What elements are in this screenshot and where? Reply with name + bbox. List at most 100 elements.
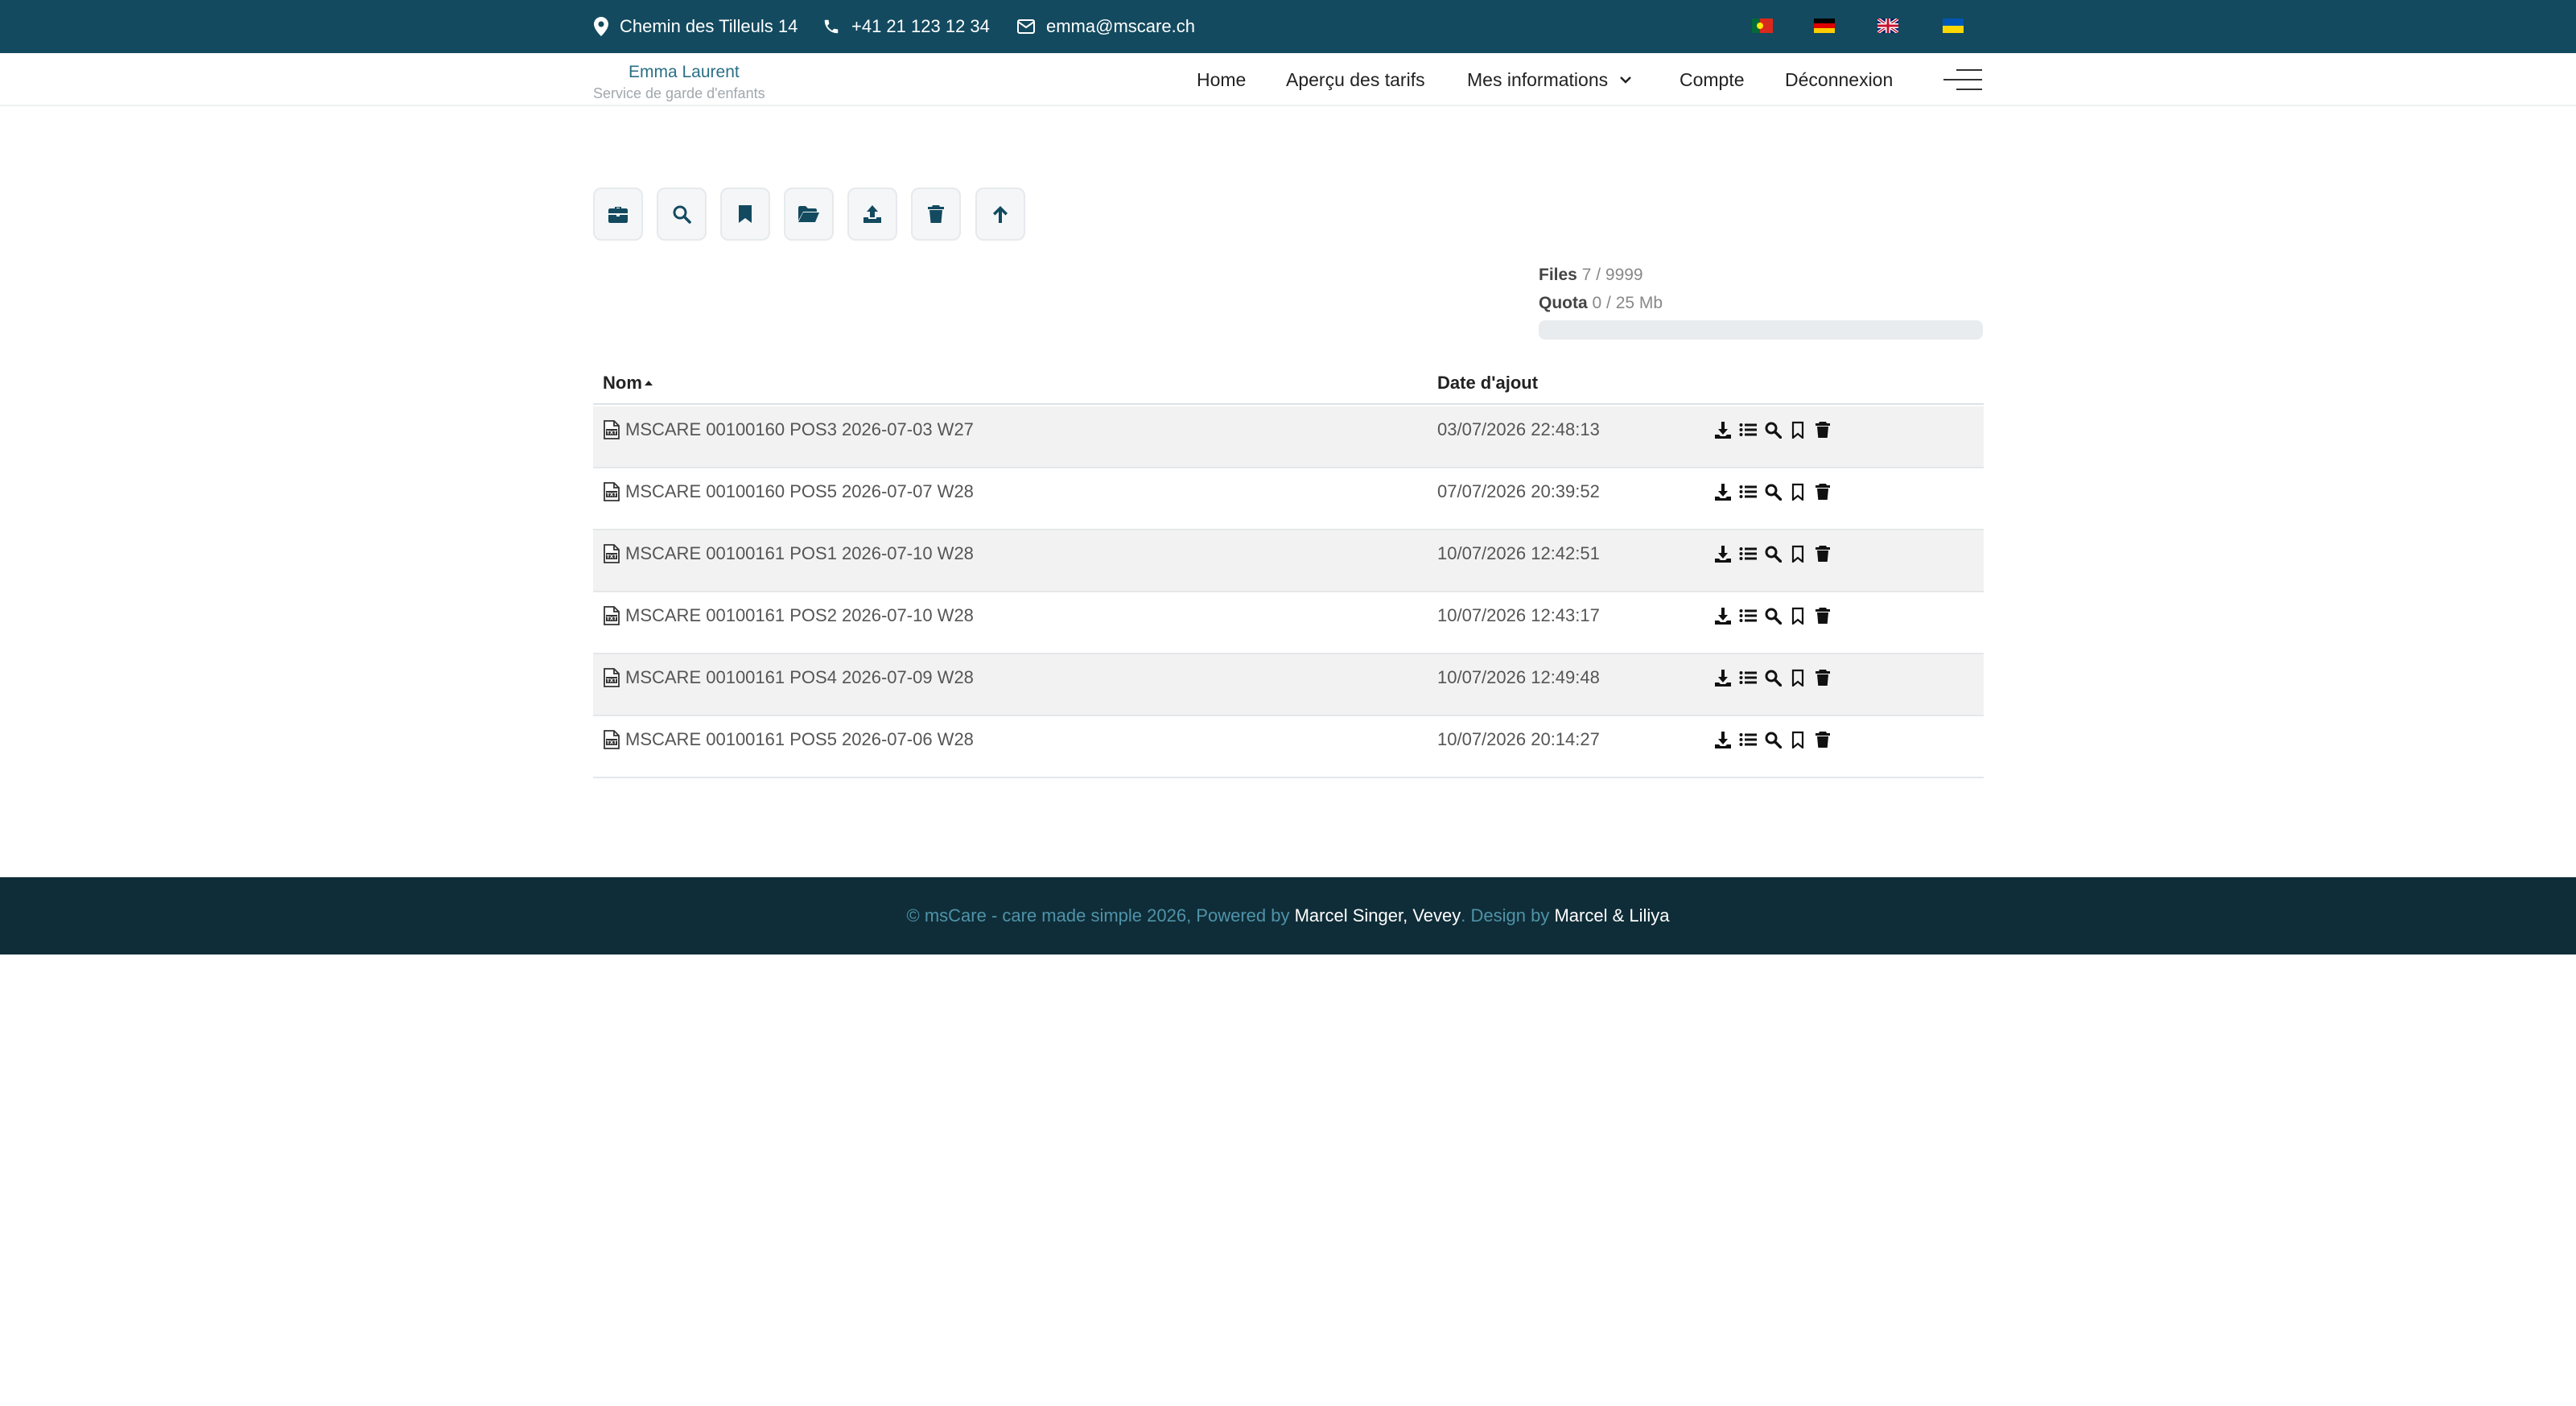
svg-text:TXT: TXT	[607, 555, 618, 560]
trash-icon[interactable]	[1814, 607, 1832, 625]
search-icon[interactable]	[1764, 731, 1782, 748]
col-header-name-label: Nom	[603, 373, 642, 393]
download-icon[interactable]	[1714, 731, 1732, 748]
nav-pricing[interactable]: Aperçu des tarifs	[1286, 53, 1425, 106]
quota-label: Quota	[1539, 294, 1588, 312]
list-icon[interactable]	[1739, 483, 1757, 501]
trash-icon[interactable]	[1814, 421, 1832, 439]
portugal-flag[interactable]	[1752, 19, 1773, 33]
nav-my-info[interactable]: Mes informations	[1467, 53, 1632, 106]
search-icon[interactable]	[1764, 483, 1782, 501]
list-icon[interactable]	[1739, 545, 1757, 563]
file-date: 10/07/2026 20:14:27	[1437, 729, 1600, 749]
main-navbar: Emma Laurent Service de garde d'enfants …	[0, 53, 2576, 106]
file-text-icon: TXT	[604, 606, 620, 625]
bookmark-icon[interactable]	[1789, 607, 1807, 625]
hamburger-menu-icon[interactable]	[1943, 66, 1982, 93]
file-name: MSCARE 00100161 POS5 2026-07-06 W28	[625, 729, 974, 749]
search-button[interactable]	[657, 188, 707, 241]
table-row: TXT MSCARE 00100161 POS4 2026-07-09 W28 10…	[593, 654, 1984, 716]
trash-icon[interactable]	[1814, 483, 1832, 501]
phone-contact[interactable]: +41 21 123 12 34	[822, 0, 990, 53]
row-actions	[1714, 468, 1832, 515]
list-icon[interactable]	[1739, 421, 1757, 439]
download-icon[interactable]	[1714, 607, 1732, 625]
table-row: TXT MSCARE 00100161 POS2 2026-07-10 W28 10…	[593, 592, 1984, 654]
search-icon	[673, 205, 691, 224]
list-icon[interactable]	[1739, 607, 1757, 625]
bookmark-icon[interactable]	[1789, 421, 1807, 439]
file-name-cell[interactable]: TXT MSCARE 00100161 POS1 2026-07-10 W28	[603, 530, 974, 577]
trash-icon[interactable]	[1814, 731, 1832, 748]
download-icon[interactable]	[1714, 545, 1732, 563]
trash-icon[interactable]	[1814, 545, 1832, 563]
open-folder-button[interactable]	[784, 188, 834, 241]
footer-powered-link[interactable]: Marcel Singer, Vevey	[1295, 905, 1461, 926]
uk-flag[interactable]	[1877, 19, 1898, 33]
table-header-divider	[593, 403, 1984, 405]
col-header-date[interactable]: Date d'ajout	[1437, 363, 1538, 403]
svg-text:TXT: TXT	[607, 431, 618, 436]
trash-icon[interactable]	[1814, 669, 1832, 687]
download-icon[interactable]	[1714, 421, 1732, 439]
bookmark-icon[interactable]	[1789, 483, 1807, 501]
file-name: MSCARE 00100161 POS1 2026-07-10 W28	[625, 543, 974, 563]
footer-design-prefix: . Design by	[1461, 905, 1550, 926]
list-icon[interactable]	[1739, 731, 1757, 748]
row-actions	[1714, 592, 1832, 639]
download-icon[interactable]	[1714, 483, 1732, 501]
envelope-icon	[1017, 19, 1035, 34]
file-name-cell[interactable]: TXT MSCARE 00100161 POS5 2026-07-06 W28	[603, 716, 974, 763]
nav-my-info-label: Mes informations	[1467, 68, 1609, 90]
files-label: Files	[1539, 266, 1577, 284]
file-text-icon: TXT	[604, 544, 620, 563]
row-actions	[1714, 406, 1832, 453]
sort-up-icon	[644, 381, 653, 386]
bookmark-icon[interactable]	[1789, 669, 1807, 687]
file-name-cell[interactable]: TXT MSCARE 00100160 POS5 2026-07-07 W28	[603, 468, 974, 515]
briefcase-icon	[608, 207, 628, 223]
email-contact[interactable]: emma@mscare.ch	[1017, 0, 1195, 53]
svg-text:TXT: TXT	[607, 493, 618, 498]
search-icon[interactable]	[1764, 607, 1782, 625]
svg-text:TXT: TXT	[607, 616, 618, 622]
file-name-cell[interactable]: TXT MSCARE 00100160 POS3 2026-07-03 W27	[603, 406, 974, 453]
footer-designer-link[interactable]: Marcel & Liliya	[1554, 905, 1669, 926]
nav-logout[interactable]: Déconnexion	[1785, 53, 1893, 106]
search-icon[interactable]	[1764, 669, 1782, 687]
quota-value: 0 / 25 Mb	[1592, 294, 1663, 312]
nav-account[interactable]: Compte	[1680, 53, 1745, 106]
ukraine-flag[interactable]	[1943, 19, 1964, 33]
file-text-icon: TXT	[604, 730, 620, 749]
svg-text:TXT: TXT	[607, 678, 618, 684]
parent-folder-button[interactable]	[975, 188, 1025, 241]
brand-name[interactable]: Emma Laurent	[629, 63, 740, 82]
file-name-cell[interactable]: TXT MSCARE 00100161 POS4 2026-07-09 W28	[603, 654, 974, 701]
file-date: 03/07/2026 22:48:13	[1437, 419, 1600, 439]
search-icon[interactable]	[1764, 545, 1782, 563]
search-icon[interactable]	[1764, 421, 1782, 439]
col-header-name[interactable]: Nom	[603, 363, 653, 403]
email-text: emma@mscare.ch	[1046, 16, 1195, 36]
quota-stat: Quota 0 / 25 Mb	[1539, 294, 1663, 313]
file-name-cell[interactable]: TXT MSCARE 00100161 POS2 2026-07-10 W28	[603, 592, 974, 639]
germany-flag[interactable]	[1814, 19, 1835, 33]
file-date: 10/07/2026 12:49:48	[1437, 667, 1600, 687]
address-contact: Chemin des Tilleuls 14	[594, 0, 798, 53]
address-text: Chemin des Tilleuls 14	[620, 16, 798, 36]
quota-progress-bar	[1539, 320, 1983, 340]
briefcase-button[interactable]	[593, 188, 643, 241]
download-icon[interactable]	[1714, 669, 1732, 687]
list-icon[interactable]	[1739, 669, 1757, 687]
bookmark-button[interactable]	[720, 188, 770, 241]
file-date: 10/07/2026 12:42:51	[1437, 543, 1600, 563]
delete-button[interactable]	[911, 188, 961, 241]
file-date: 10/07/2026 12:43:17	[1437, 605, 1600, 625]
svg-text:TXT: TXT	[607, 740, 618, 746]
upload-button[interactable]	[847, 188, 897, 241]
nav-home[interactable]: Home	[1197, 53, 1246, 106]
bookmark-icon[interactable]	[1789, 545, 1807, 563]
brand-subtitle: Service de garde d'enfants	[593, 85, 765, 101]
bookmark-icon[interactable]	[1789, 731, 1807, 748]
footer: © msCare - care made simple 2026, Powere…	[0, 877, 2576, 955]
